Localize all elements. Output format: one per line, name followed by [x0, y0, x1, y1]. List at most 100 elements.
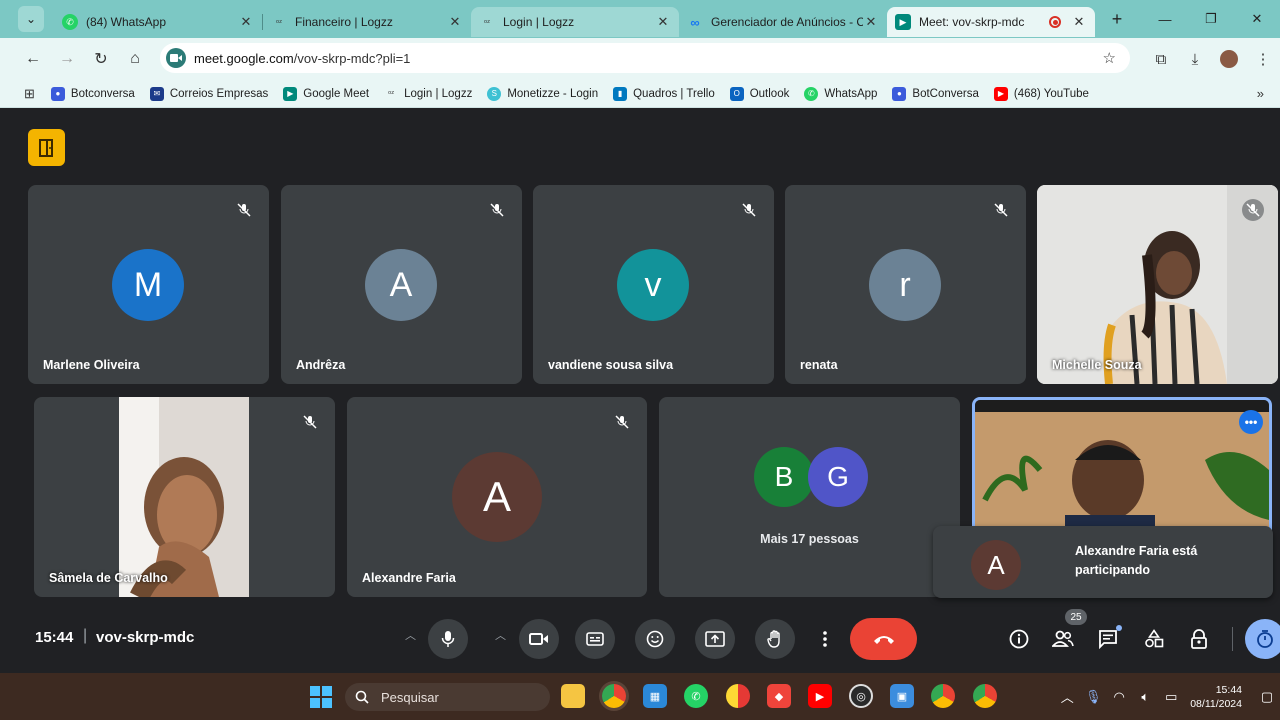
app-icon[interactable]: [726, 684, 750, 708]
participant-tile[interactable]: M Marlene Oliveira: [28, 185, 269, 384]
participant-name: Sâmela de Carvalho: [49, 571, 168, 585]
restore-icon[interactable]: ❐: [1188, 11, 1234, 27]
apps-grid-icon[interactable]: ⊞: [24, 86, 35, 102]
avatar: B: [754, 447, 814, 507]
tab-gerenciador[interactable]: ∞ Gerenciador de Anúncios - C ✕: [679, 7, 887, 37]
bookmark-correios[interactable]: ✉ Correios Empresas: [149, 86, 268, 101]
avatar: G: [808, 447, 868, 507]
close-icon[interactable]: ✕: [1071, 14, 1087, 30]
close-icon[interactable]: ✕: [655, 14, 671, 30]
raise-hand-button[interactable]: [755, 619, 795, 659]
reactions-button[interactable]: [635, 619, 675, 659]
download-icon[interactable]: ⤓: [1178, 51, 1212, 68]
reload-icon[interactable]: ↻: [84, 49, 118, 69]
notifications-icon[interactable]: ▢: [1254, 689, 1280, 705]
taskbar-search[interactable]: Pesquisar: [345, 683, 550, 711]
close-window-icon[interactable]: ✕: [1234, 11, 1280, 27]
participant-count-badge: 25: [1065, 609, 1087, 625]
leave-call-button[interactable]: [850, 618, 917, 660]
avatar: r: [869, 249, 941, 321]
more-options-button[interactable]: [805, 619, 845, 659]
more-participants-tile[interactable]: B G Mais 17 pessoas: [659, 397, 960, 597]
whatsapp-icon[interactable]: ✆: [684, 684, 708, 708]
microphone-button[interactable]: [428, 619, 468, 659]
os-taskbar: Pesquisar ▦ ✆ ◆ ▶ ◎ ▣ ︿ 🎙︎ ◠ 🔈︎ ▭ 15:44 …: [0, 673, 1280, 720]
back-icon[interactable]: ←: [16, 50, 50, 68]
tab-login[interactable]: ᵒᶻ Login | Logzz ✕: [471, 7, 679, 37]
youtube-icon[interactable]: ▶: [808, 684, 832, 708]
chrome-profile-icon[interactable]: [931, 684, 955, 708]
tab-whatsapp[interactable]: ✆ (84) WhatsApp ✕: [54, 7, 262, 37]
bookmark-outlook[interactable]: O Outlook: [729, 86, 789, 101]
wifi-icon[interactable]: ◠: [1106, 689, 1132, 705]
tab-financeiro[interactable]: ᵒᶻ Financeiro | Logzz ✕: [263, 7, 471, 37]
people-button[interactable]: [1049, 625, 1077, 653]
bookmark-botconversa[interactable]: ● Botconversa: [50, 86, 135, 101]
participant-tile[interactable]: A Andrêza: [281, 185, 522, 384]
site-info-icon[interactable]: [166, 48, 186, 68]
microphone-icon: [441, 631, 455, 647]
avatar: A: [452, 452, 542, 542]
address-bar[interactable]: meet.google.com/vov-skrp-mdc?pli=1 ☆: [160, 43, 1130, 73]
captions-button[interactable]: [575, 619, 615, 659]
home-icon[interactable]: ⌂: [118, 50, 152, 68]
camera-button[interactable]: [519, 619, 559, 659]
participant-tile[interactable]: r renata: [785, 185, 1026, 384]
participant-tile[interactable]: A Alexandre Faria: [347, 397, 647, 597]
close-icon[interactable]: ✕: [863, 14, 879, 30]
mic-off-icon: [738, 199, 760, 221]
anydesk-icon[interactable]: ◆: [767, 684, 791, 708]
new-tab-icon[interactable]: +: [1105, 9, 1129, 30]
bookmark-google-meet[interactable]: ▶ Google Meet: [283, 86, 369, 101]
close-icon[interactable]: ✕: [238, 14, 254, 30]
room-door-icon[interactable]: [28, 129, 65, 166]
bookmark-botconversa-2[interactable]: ● BotConversa: [892, 86, 979, 101]
url-text: meet.google.com/vov-skrp-mdc?pli=1: [194, 50, 411, 66]
tab-search-button[interactable]: ⌄: [18, 6, 44, 32]
logzz-icon: ᵒᶻ: [484, 17, 490, 27]
close-icon[interactable]: ✕: [447, 14, 463, 30]
activities-button[interactable]: [1140, 625, 1168, 653]
photos-icon[interactable]: ▣: [890, 684, 914, 708]
tab-meet[interactable]: ▶ Meet: vov-skrp-mdc ✕: [887, 7, 1095, 37]
chat-button[interactable]: [1094, 625, 1122, 653]
bookmark-trello[interactable]: ▮ Quadros | Trello: [613, 86, 715, 101]
volume-icon[interactable]: 🔈︎: [1132, 689, 1158, 705]
bookmark-whatsapp[interactable]: ✆ WhatsApp: [804, 86, 877, 101]
host-controls-button[interactable]: [1185, 625, 1213, 653]
obs-icon[interactable]: ◎: [849, 684, 873, 708]
participant-video-tile[interactable]: Sâmela de Carvalho: [34, 397, 335, 597]
bookmark-monetizze[interactable]: S Monetizze - Login: [487, 86, 598, 101]
profile-avatar[interactable]: [1212, 50, 1246, 69]
forward-icon[interactable]: →: [50, 50, 84, 68]
meeting-details-button[interactable]: [1005, 625, 1033, 653]
participant-tile[interactable]: v vandiene sousa silva: [533, 185, 774, 384]
video-options-chevron-icon[interactable]: ︿: [495, 627, 506, 643]
microphone-icon[interactable]: 🎙︎: [1080, 689, 1106, 705]
divider: [1232, 627, 1233, 651]
chrome-profile-icon[interactable]: [973, 684, 997, 708]
participant-video-tile[interactable]: Michelle Souza: [1037, 185, 1278, 384]
tab-label: Financeiro | Logzz: [295, 15, 393, 29]
menu-icon[interactable]: ⋮: [1246, 50, 1280, 68]
battery-icon[interactable]: ▭: [1158, 689, 1184, 705]
bookmark-icon: ●: [892, 86, 907, 101]
windows-start-icon[interactable]: [310, 686, 332, 708]
more-bookmarks-icon[interactable]: »: [1257, 86, 1264, 101]
minimize-icon[interactable]: —: [1142, 12, 1188, 27]
timer-button[interactable]: [1245, 619, 1280, 659]
audio-options-chevron-icon[interactable]: ︿: [405, 627, 416, 643]
file-explorer-icon[interactable]: [561, 684, 585, 708]
extensions-icon[interactable]: ⧉: [1144, 51, 1178, 68]
bookmark-youtube[interactable]: ▶ (468) YouTube: [993, 86, 1089, 101]
store-icon[interactable]: ▦: [643, 684, 667, 708]
system-clock[interactable]: 15:44 08/11/2024: [1190, 683, 1242, 711]
more-options-icon[interactable]: •••: [1239, 410, 1263, 434]
people-icon: [1052, 630, 1074, 647]
bookmark-star-icon[interactable]: ☆: [1103, 49, 1116, 67]
chevron-up-icon[interactable]: ︿: [1054, 687, 1080, 706]
meta-icon: ∞: [690, 14, 700, 30]
bookmark-logzz[interactable]: ᵒᶻ Login | Logzz: [384, 87, 472, 101]
present-screen-button[interactable]: [695, 619, 735, 659]
chrome-icon[interactable]: [602, 684, 626, 708]
